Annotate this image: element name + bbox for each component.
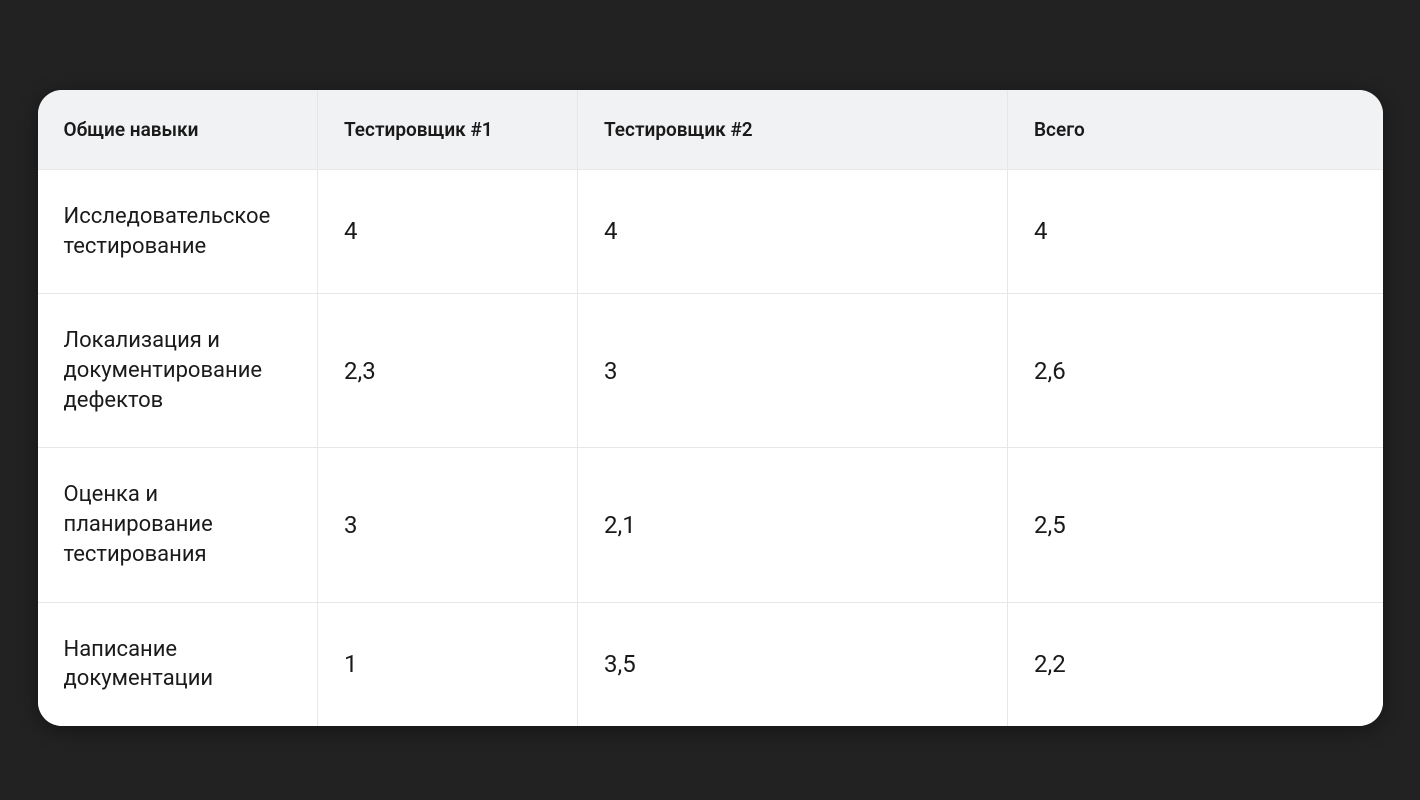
cell-tester2: 3 xyxy=(578,294,1008,448)
cell-tester2: 2,1 xyxy=(578,448,1008,602)
table-row: Исследовательское тестирование 4 4 4 xyxy=(38,170,1383,294)
cell-total: 2,6 xyxy=(1008,294,1383,448)
col-header-tester2: Тестировщик #2 xyxy=(578,90,1008,170)
cell-skill: Оценка и планирование тестирования xyxy=(38,448,318,602)
cell-tester1: 4 xyxy=(318,170,578,294)
cell-tester1: 3 xyxy=(318,448,578,602)
cell-skill: Локализация и документирование дефектов xyxy=(38,294,318,448)
cell-tester1: 1 xyxy=(318,602,578,726)
cell-tester2: 4 xyxy=(578,170,1008,294)
cell-total: 2,5 xyxy=(1008,448,1383,602)
cell-tester1: 2,3 xyxy=(318,294,578,448)
cell-total: 2,2 xyxy=(1008,602,1383,726)
skills-table: Общие навыки Тестировщик #1 Тестировщик … xyxy=(38,90,1383,726)
col-header-skill: Общие навыки xyxy=(38,90,318,170)
table-header-row: Общие навыки Тестировщик #1 Тестировщик … xyxy=(38,90,1383,170)
col-header-tester1: Тестировщик #1 xyxy=(318,90,578,170)
cell-tester2: 3,5 xyxy=(578,602,1008,726)
table-row: Написание документации 1 3,5 2,2 xyxy=(38,602,1383,726)
skills-table-container: Общие навыки Тестировщик #1 Тестировщик … xyxy=(38,90,1383,726)
table-row: Локализация и документирование дефектов … xyxy=(38,294,1383,448)
cell-skill: Исследовательское тестирование xyxy=(38,170,318,294)
cell-total: 4 xyxy=(1008,170,1383,294)
cell-skill: Написание документации xyxy=(38,602,318,726)
table-row: Оценка и планирование тестирования 3 2,1… xyxy=(38,448,1383,602)
col-header-total: Всего xyxy=(1008,90,1383,170)
